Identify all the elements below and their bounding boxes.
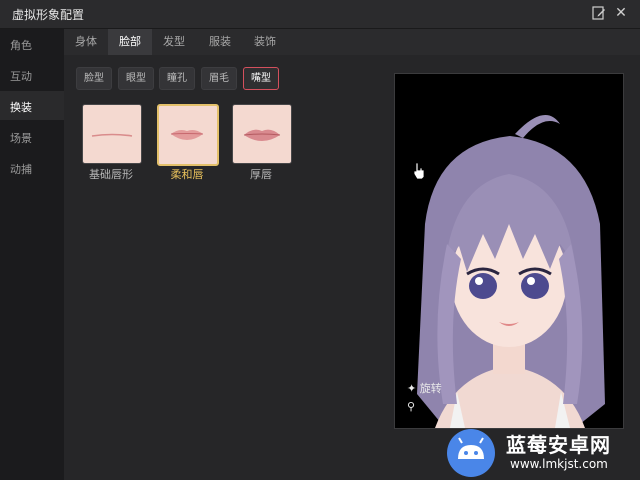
watermark-url: www.lmkjst.com	[510, 457, 608, 471]
avatar-preview[interactable]: ✦ 旋转 ⚲	[394, 73, 624, 429]
subtab-eyebrow[interactable]: 眉毛	[201, 67, 237, 90]
category-tabs: 身体 脸部 发型 服装 装饰	[64, 29, 640, 55]
sidebar-item-outfit[interactable]: 换装	[0, 91, 64, 120]
lips-icon	[170, 130, 204, 140]
close-icon: ✕	[615, 5, 627, 21]
option-card-basic-lips[interactable]	[82, 104, 142, 164]
sidebar-item-label: 互动	[10, 70, 32, 83]
watermark-logo: 蓝莓安卓网 www.lmkjst.com	[440, 425, 640, 480]
title-bar: 虚拟形象配置 ✕	[0, 0, 640, 29]
tab-face[interactable]: 脸部	[108, 29, 152, 55]
option-label: 厚唇	[250, 168, 272, 181]
subtab-pupil[interactable]: 瞳孔	[159, 67, 195, 90]
lips-icon	[243, 129, 281, 141]
hand-cursor-icon	[412, 162, 426, 184]
sidebar-item-label: 换装	[10, 101, 32, 114]
tab-clothing[interactable]: 服装	[196, 29, 244, 55]
reset-label[interactable]: ⚲	[407, 400, 415, 413]
person-icon: ⚲	[407, 400, 416, 413]
option-card-soft-lips[interactable]	[157, 104, 219, 166]
subtab-eye-shape[interactable]: 眼型	[118, 67, 154, 90]
subtab-mouth-shape[interactable]: 嘴型	[243, 67, 279, 90]
main-panel: 身体 脸部 发型 服装 装饰 脸型 眼型 瞳孔 眉毛 嘴型 基础唇形 柔和唇 厚…	[64, 29, 640, 480]
rotate-label[interactable]: ✦ 旋转	[407, 380, 442, 396]
rotate-icon: ✦	[407, 382, 417, 395]
close-button[interactable]: ✕	[613, 5, 629, 21]
android-logo-icon	[447, 429, 495, 477]
watermark-title: 蓝莓安卓网	[506, 433, 611, 457]
sidebar-item-label: 场景	[10, 132, 32, 145]
option-label: 柔和唇	[170, 168, 204, 181]
option-label: 基础唇形	[89, 168, 133, 181]
sidebar-item-scene[interactable]: 场景	[0, 122, 64, 151]
tab-hairstyle[interactable]: 发型	[152, 29, 196, 55]
lips-icon	[91, 133, 133, 137]
sidebar-item-label: 角色	[10, 39, 32, 52]
sidebar-item-label: 动捕	[10, 163, 32, 176]
sidebar: 角色 互动 换装 场景 动捕	[0, 29, 64, 480]
window-title: 虚拟形象配置	[12, 8, 85, 22]
tab-accessories[interactable]: 装饰	[244, 29, 286, 55]
sidebar-item-role[interactable]: 角色	[0, 29, 64, 58]
app-window: 虚拟形象配置 ✕ 角色 互动 换装 场景 动捕 身体 脸部 发型 服装 装饰 脸…	[0, 0, 640, 480]
subtab-face-shape[interactable]: 脸型	[76, 67, 112, 90]
sidebar-item-motion-capture[interactable]: 动捕	[0, 153, 64, 182]
option-card-thick-lips[interactable]	[232, 104, 292, 164]
sidebar-item-interact[interactable]: 互动	[0, 60, 64, 89]
edit-icon[interactable]	[591, 5, 607, 21]
avatar-illustration	[417, 115, 605, 428]
tab-body[interactable]: 身体	[64, 29, 108, 55]
